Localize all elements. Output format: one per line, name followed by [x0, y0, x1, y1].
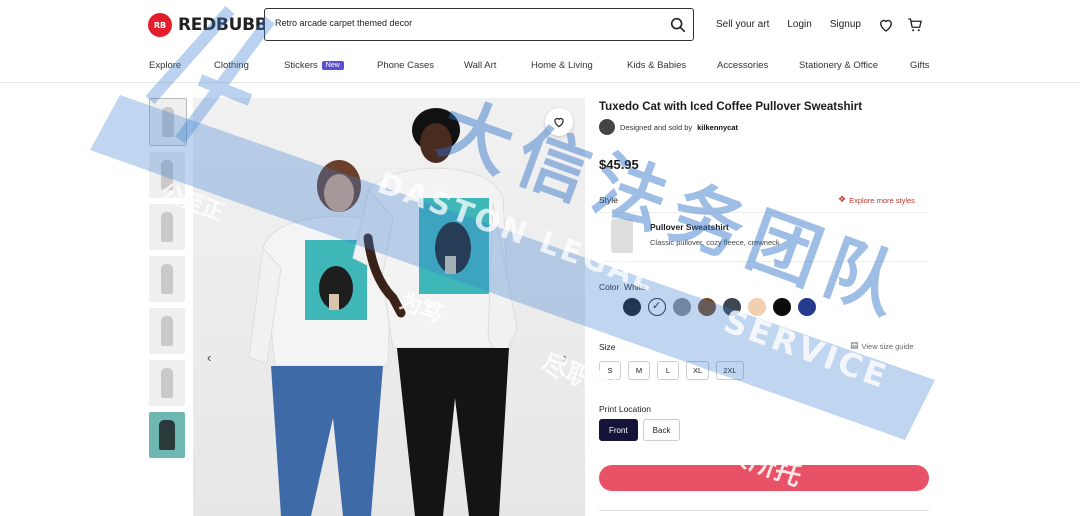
favorite-button[interactable]	[545, 108, 573, 136]
nav-phone-cases[interactable]: Phone Cases	[377, 60, 434, 71]
add-to-cart-button[interactable]	[599, 465, 929, 491]
favorites-heart-icon[interactable]	[877, 16, 895, 34]
next-arrow-icon[interactable]: ›	[563, 350, 567, 365]
seller-link[interactable]: kilkennycat	[697, 123, 738, 132]
layers-icon: ❖	[838, 195, 847, 205]
product-price: $45.95	[599, 157, 639, 172]
color-label-text: Color	[599, 282, 620, 292]
size-label: Size	[599, 342, 616, 352]
search-bar[interactable]	[264, 8, 694, 41]
print-location-label: Print Location	[599, 404, 651, 414]
thumbnail-1[interactable]	[149, 98, 187, 146]
size-guide-link[interactable]: ▤ View size guide	[850, 341, 914, 351]
style-card[interactable]: Pullover Sweatshirt Classic pullover, co…	[599, 212, 929, 262]
login-link[interactable]: Login	[787, 19, 811, 30]
print-front-button[interactable]: Front	[599, 419, 638, 441]
selected-color: White	[624, 282, 646, 292]
style-label: Style	[599, 195, 618, 205]
color-swatch[interactable]	[723, 298, 741, 316]
models-photo	[248, 108, 518, 516]
size-l-button[interactable]: L	[657, 361, 679, 380]
size-s-button[interactable]: S	[599, 361, 621, 380]
style-name: Pullover Sweatshirt	[650, 222, 729, 232]
color-swatch[interactable]	[673, 298, 691, 316]
explore-more-styles-label: Explore more styles	[849, 195, 915, 205]
heart-icon	[554, 117, 564, 128]
search-input[interactable]	[273, 17, 657, 29]
color-swatch[interactable]	[748, 298, 766, 316]
thumbnail-figure	[159, 420, 175, 450]
ruler-icon: ▤	[850, 341, 859, 351]
print-location-options: Front Back	[599, 419, 681, 441]
search-icon[interactable]	[669, 16, 687, 34]
print-back-button[interactable]: Back	[642, 419, 681, 441]
nav-wall-art[interactable]: Wall Art	[464, 60, 496, 71]
style-thumbnail	[611, 219, 633, 253]
sell-your-art-link[interactable]: Sell your art	[716, 19, 769, 30]
divider	[599, 510, 929, 511]
style-description: Classic pullover, cozy fleece, crewneck	[650, 238, 780, 247]
account-links: Sell your art Login Signup	[716, 19, 861, 30]
nav-stickers[interactable]: Stickers New	[284, 60, 344, 71]
nav-stickers-label: Stickers	[284, 60, 318, 71]
thumbnail-figure	[161, 368, 173, 398]
thumbnail-5[interactable]	[149, 308, 185, 354]
color-swatch[interactable]	[698, 298, 716, 316]
nav-stationery-office[interactable]: Stationery & Office	[799, 60, 878, 71]
color-swatch[interactable]	[773, 298, 791, 316]
thumbnail-3[interactable]	[149, 204, 185, 250]
size-m-button[interactable]: M	[628, 361, 650, 380]
site-header: RB REDBUBBLE Sell your art Login Signup …	[0, 0, 1080, 83]
seller-prefix: Designed and sold by	[620, 122, 693, 132]
explore-more-styles-link[interactable]: ❖ Explore more styles	[838, 195, 915, 205]
thumbnail-figure	[161, 316, 173, 346]
nav-gifts[interactable]: Gifts	[910, 60, 930, 71]
new-badge: New	[321, 61, 344, 70]
nav-kids-babies[interactable]: Kids & Babies	[627, 60, 686, 71]
color-swatch[interactable]	[798, 298, 816, 316]
color-swatches	[623, 298, 816, 316]
cart-icon[interactable]	[906, 16, 924, 34]
seller-info: Designed and sold by kilkennycat	[599, 119, 738, 135]
thumbnail-figure	[161, 264, 173, 294]
nav-explore[interactable]: Explore	[149, 60, 181, 71]
nav-home-living[interactable]: Home & Living	[531, 60, 593, 71]
size-guide-label: View size guide	[861, 341, 914, 351]
thumbnail-figure	[161, 160, 173, 190]
prev-arrow-icon[interactable]: ‹	[207, 350, 211, 365]
thumbnail-strip	[149, 98, 187, 464]
seller-avatar[interactable]	[599, 119, 615, 135]
color-label: Color White	[599, 282, 646, 292]
product-title: Tuxedo Cat with Iced Coffee Pullover Swe…	[599, 101, 863, 113]
thumbnail-4[interactable]	[149, 256, 185, 302]
product-main-image[interactable]: ‹ ›	[193, 98, 585, 516]
size-options: S M L XL 2XL	[599, 361, 744, 380]
nav-accessories[interactable]: Accessories	[717, 60, 768, 71]
nav-clothing[interactable]: Clothing	[214, 60, 249, 71]
thumbnail-6[interactable]	[149, 360, 185, 406]
thumbnail-2[interactable]	[149, 152, 185, 198]
thumbnail-figure	[161, 212, 173, 242]
size-xl-button[interactable]: XL	[686, 361, 710, 380]
color-swatch-selected[interactable]	[648, 298, 666, 316]
signup-link[interactable]: Signup	[830, 19, 861, 30]
thumbnail-figure	[162, 107, 174, 137]
brand-logo-mark: RB	[148, 13, 172, 37]
thumbnail-7[interactable]	[149, 412, 185, 458]
size-2xl-button[interactable]: 2XL	[716, 361, 744, 380]
color-swatch[interactable]	[623, 298, 641, 316]
